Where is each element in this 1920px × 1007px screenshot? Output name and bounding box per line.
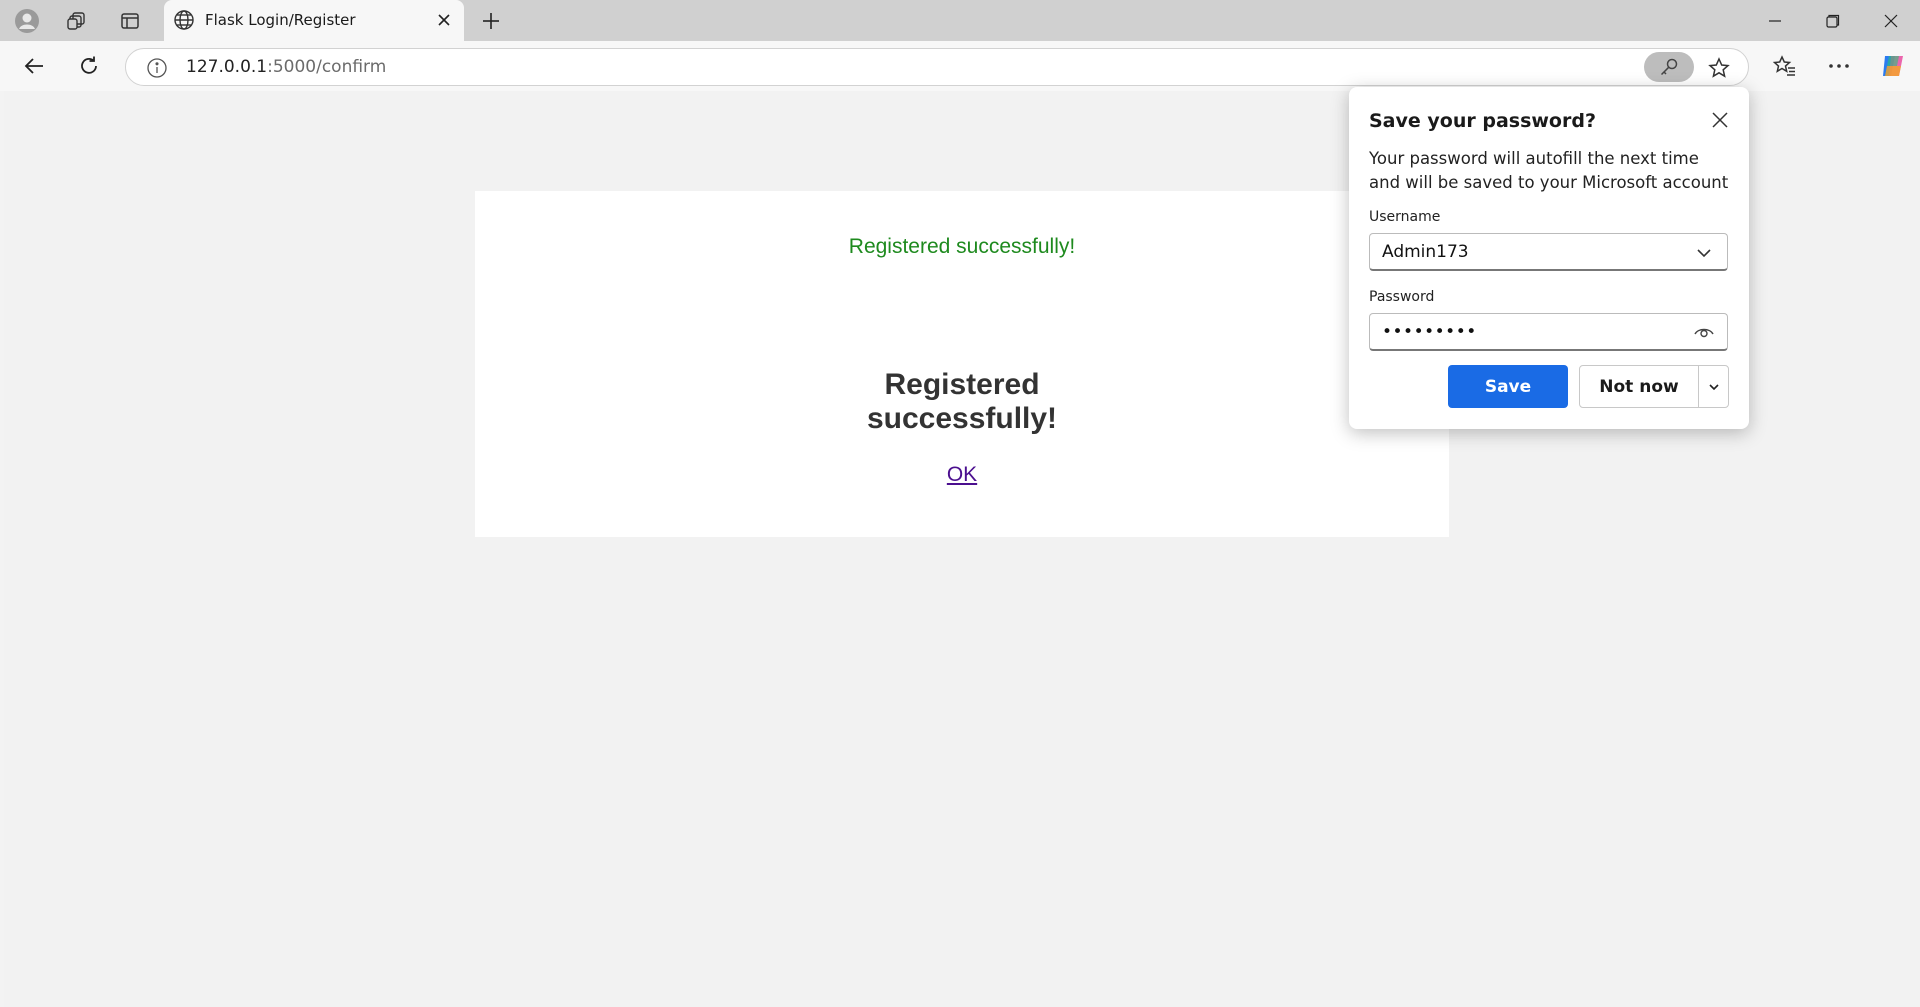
- password-label: Password: [1369, 289, 1435, 305]
- password-key-icon[interactable]: [1644, 52, 1694, 82]
- save-password-dialog: Save your password? Your password will a…: [1349, 87, 1749, 429]
- profile-icon[interactable]: [12, 6, 42, 36]
- tab-flask-login[interactable]: Flask Login/Register: [164, 0, 464, 41]
- title-bar: Flask Login/Register: [0, 0, 1920, 41]
- not-now-label[interactable]: Not now: [1580, 366, 1698, 407]
- workspaces-icon[interactable]: [62, 6, 92, 36]
- restore-icon[interactable]: [1804, 0, 1862, 41]
- username-label: Username: [1369, 209, 1441, 225]
- username-field[interactable]: Admin173: [1369, 233, 1728, 271]
- password-field[interactable]: •••••••••: [1369, 313, 1728, 351]
- new-tab-icon[interactable]: [476, 6, 506, 36]
- password-value: •••••••••: [1382, 322, 1477, 342]
- save-button[interactable]: Save: [1448, 365, 1568, 408]
- address-bar[interactable]: 127.0.0.1:5000/confirm: [125, 48, 1749, 86]
- url-text[interactable]: 127.0.0.1:5000/confirm: [186, 57, 386, 77]
- more-choices-chevron-icon[interactable]: [1699, 366, 1729, 407]
- page-heading: Registered successfully!: [866, 368, 1058, 435]
- chevron-down-icon[interactable]: [1693, 242, 1715, 264]
- copilot-icon[interactable]: [1875, 49, 1911, 83]
- minimize-icon[interactable]: [1746, 0, 1804, 41]
- globe-icon: [173, 9, 195, 31]
- ok-link[interactable]: OK: [475, 463, 1449, 487]
- more-options-icon[interactable]: [1821, 49, 1857, 83]
- flash-message: Registered successfully!: [848, 235, 1076, 258]
- dialog-description: Your password will autofill the next tim…: [1369, 149, 1729, 192]
- dialog-title: Save your password?: [1369, 110, 1596, 132]
- site-info-icon[interactable]: [146, 57, 168, 79]
- username-value: Admin173: [1382, 242, 1469, 262]
- favorites-icon[interactable]: [1767, 49, 1803, 83]
- confirm-card: Registered successfully! Registered succ…: [475, 191, 1449, 537]
- vertical-tabs-icon[interactable]: [115, 6, 145, 36]
- tab-title: Flask Login/Register: [205, 11, 356, 29]
- show-password-eye-icon[interactable]: [1693, 322, 1715, 344]
- close-tab-icon[interactable]: [432, 8, 456, 32]
- favorite-star-icon[interactable]: [1704, 53, 1734, 83]
- browser-toolbar: 127.0.0.1:5000/confirm: [0, 41, 1920, 91]
- back-icon[interactable]: [16, 49, 52, 83]
- not-now-button[interactable]: Not now: [1579, 365, 1729, 408]
- close-window-icon[interactable]: [1862, 0, 1920, 41]
- refresh-icon[interactable]: [71, 49, 107, 83]
- close-icon[interactable]: [1709, 109, 1731, 131]
